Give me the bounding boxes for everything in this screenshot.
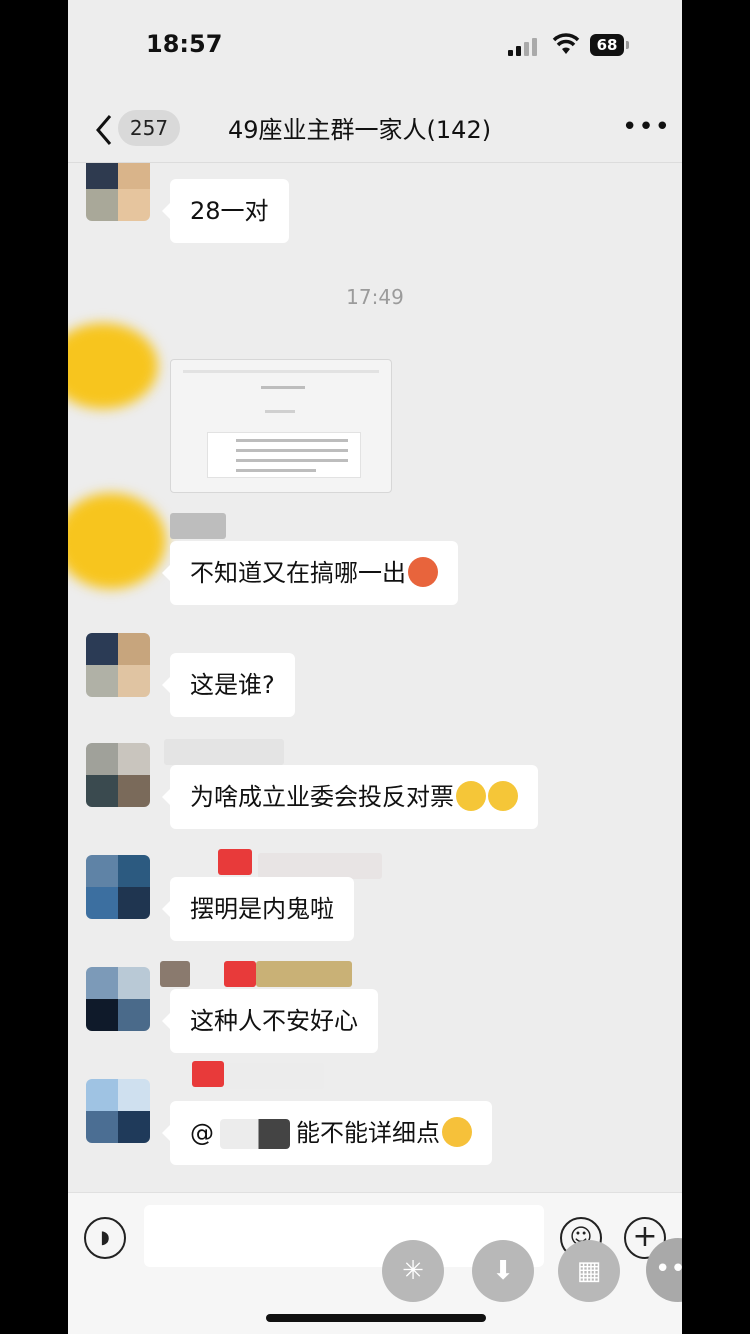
angry-face-icon [408,557,438,587]
sender-name-redacted [192,1061,224,1087]
avatar[interactable] [86,855,150,919]
sender-name [170,513,226,539]
message-text: 能不能详细点 [296,1119,440,1147]
grid-float-icon[interactable]: ▦ [558,1240,620,1302]
message-text: 这是谁? [190,671,275,699]
home-indicator[interactable] [266,1314,486,1322]
avatar[interactable] [86,163,150,221]
message-bubble[interactable]: 这是谁? [162,653,295,717]
back-arrow-icon[interactable] [90,112,118,148]
message-text: 这种人不安好心 [190,1007,358,1035]
cellular-signal-icon [508,36,538,56]
message-bubble[interactable]: 不知道又在搞哪一出 [162,541,458,605]
redacted-avatar [68,323,158,409]
message-list[interactable]: 28一对 17:49 不知道又在搞哪一出 这是谁? 为啥成立业委会投反对票 摆明… [68,163,682,1193]
message-text: 为啥成立业委会投反对票 [190,783,454,811]
message-text: 不知道又在搞哪一出 [190,559,406,587]
crying-laughing-face-icon [456,781,486,811]
chat-timestamp: 17:49 [346,285,404,309]
screenshot-image-message[interactable] [170,359,392,493]
unread-count-badge[interactable]: 257 [118,110,180,146]
kissing-face-icon [442,1117,472,1147]
message-text: 28一对 [190,197,269,225]
sender-name-redacted [256,961,352,987]
sender-name-redacted [224,961,256,987]
sender-name-redacted [224,1063,324,1089]
asterisk-float-icon[interactable]: ✳ [382,1240,444,1302]
avatar[interactable] [86,967,150,1031]
sender-name-redacted [160,961,190,987]
sender-name-redacted [258,853,382,879]
status-bar: 18:57 68 [68,0,682,90]
redacted-avatar [68,493,166,589]
message-bubble[interactable]: 为啥成立业委会投反对票 [162,765,538,829]
redacted-mention [220,1119,290,1149]
mention-prefix: @ [190,1119,214,1147]
download-float-icon[interactable]: ⬇ [472,1240,534,1302]
sender-name-redacted [218,849,252,875]
crying-laughing-face-icon [488,781,518,811]
phone-screen: 18:57 68 257 49座业主群一家人(142) ••• 28一对 17:… [68,0,682,1334]
voice-input-icon[interactable]: ◗ [84,1217,126,1259]
battery-icon: 68 [590,34,629,56]
status-time: 18:57 [146,30,223,58]
chat-title: 49座业主群一家人(142) [228,116,492,144]
message-text: 摆明是内鬼啦 [190,895,334,923]
message-bubble[interactable]: @ 能不能详细点 [162,1101,492,1165]
more-options-icon[interactable]: ••• [622,112,671,142]
avatar[interactable] [86,1079,150,1143]
message-bubble[interactable]: 28一对 [162,179,289,243]
sender-name [164,739,284,765]
avatar[interactable] [86,743,150,807]
chat-header: 257 49座业主群一家人(142) ••• [68,100,682,160]
message-bubble[interactable]: 这种人不安好心 [162,989,378,1053]
message-bubble[interactable]: 摆明是内鬼啦 [162,877,354,941]
wifi-icon [552,33,580,54]
avatar[interactable] [86,633,150,697]
